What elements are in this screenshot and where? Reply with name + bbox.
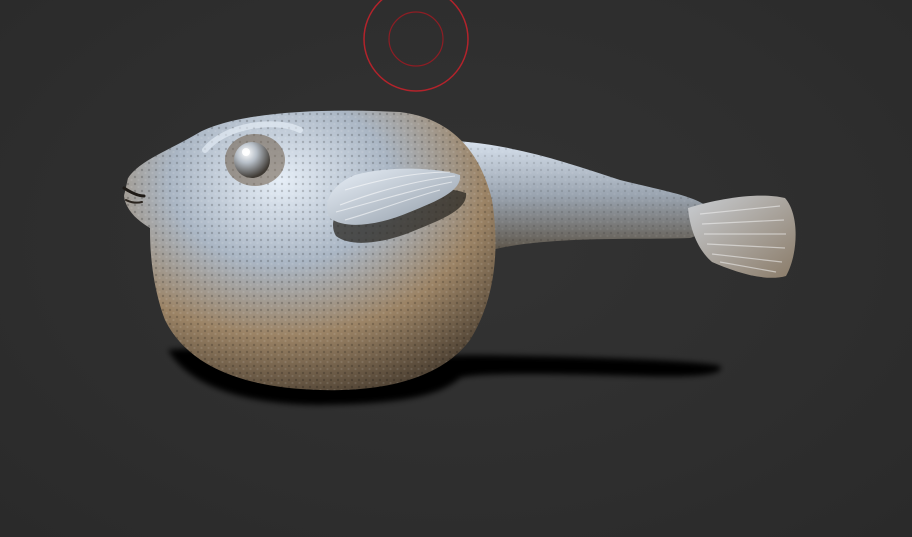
- brush-inner-ring: [388, 11, 444, 67]
- tail-fin: [688, 195, 796, 278]
- brush-outer-ring: [363, 0, 469, 92]
- sculpt-viewport[interactable]: [0, 0, 912, 537]
- brush-cursor-icon[interactable]: [363, 0, 469, 92]
- fish-body: [122, 110, 496, 391]
- eye: [225, 134, 285, 186]
